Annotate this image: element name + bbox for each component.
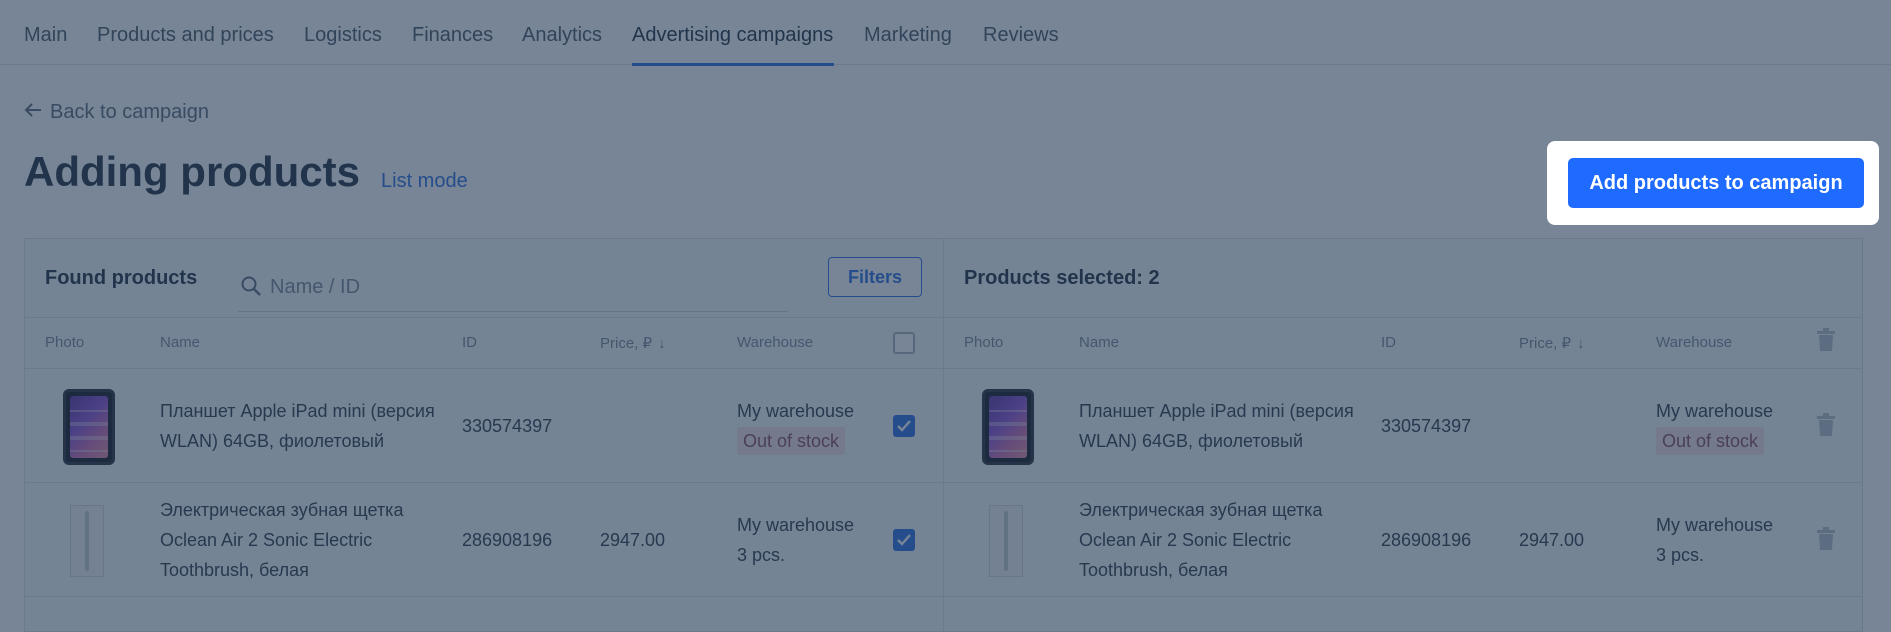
active-tab-indicator	[632, 63, 834, 66]
search-icon	[240, 275, 262, 297]
checkmark-icon	[897, 420, 911, 432]
column-price-sort[interactable]: Price, ₽ ↓	[1519, 334, 1585, 352]
toothbrush-image	[989, 505, 1023, 577]
found-products-panel: Found products Filters Photo Name ID Pri…	[24, 238, 944, 632]
tab-products-and-prices[interactable]: Products and prices	[97, 24, 274, 47]
column-price-label: Price, ₽	[1519, 335, 1572, 352]
warehouse-name: My warehouse	[737, 515, 855, 535]
select-all-checkbox[interactable]	[893, 332, 915, 354]
table-row: Электрическая зубная щетка Oclean Air 2 …	[25, 483, 943, 597]
product-id: 330574397	[462, 416, 553, 436]
tab-reviews[interactable]: Reviews	[983, 24, 1059, 47]
column-photo: Photo	[45, 334, 85, 351]
warehouse-info: My warehouse Out of stock	[1656, 396, 1773, 456]
out-of-stock-badge: Out of stock	[1656, 427, 1765, 455]
product-id: 286908196	[462, 530, 553, 550]
toothbrush-image	[70, 505, 104, 577]
warehouse-info: My warehouse 3 pcs.	[737, 510, 854, 570]
column-name: Name	[1079, 334, 1120, 351]
product-id: 286908196	[1381, 530, 1472, 550]
column-name: Name	[160, 334, 201, 351]
selected-table-header: Photo Name ID Price, ₽ ↓ Warehouse	[944, 317, 1862, 369]
arrow-down-icon: ↓	[1577, 335, 1585, 352]
warehouse-info: My warehouse Out of stock	[737, 396, 854, 456]
column-photo: Photo	[964, 334, 1004, 351]
warehouse-name: My warehouse	[737, 401, 855, 421]
cta-highlight: Add products to campaign	[1547, 141, 1879, 225]
column-warehouse: Warehouse	[737, 334, 814, 351]
warehouse-name: My warehouse	[1656, 515, 1774, 535]
product-price: 2947.00	[600, 530, 666, 550]
ipad-image	[982, 389, 1034, 465]
tab-main[interactable]: Main	[24, 24, 67, 47]
ipad-image	[63, 389, 115, 465]
selected-products-panel: Products selected: 2 Photo Name ID Price…	[943, 238, 1863, 632]
back-to-campaign-link[interactable]: Back to campaign	[24, 101, 209, 124]
warehouse-info: My warehouse 3 pcs.	[1656, 510, 1773, 570]
checkmark-icon	[897, 534, 911, 546]
list-mode-link[interactable]: List mode	[381, 170, 468, 193]
product-name: Электрическая зубная щетка Oclean Air 2 …	[1079, 500, 1323, 580]
tab-marketing[interactable]: Marketing	[864, 24, 952, 47]
tab-analytics[interactable]: Analytics	[522, 24, 602, 47]
found-table-header: Photo Name ID Price, ₽ ↓ Warehouse	[25, 317, 943, 369]
tab-advertising-campaigns[interactable]: Advertising campaigns	[632, 24, 833, 47]
found-products-title: Found products	[45, 267, 198, 289]
trash-icon[interactable]	[1816, 527, 1836, 551]
back-link-label: Back to campaign	[50, 101, 209, 123]
top-navigation: Main Products and prices Logistics Finan…	[0, 0, 1891, 66]
column-id: ID	[462, 334, 477, 351]
product-name: Планшет Apple iPad mini (версия WLAN) 64…	[1079, 401, 1354, 451]
column-id: ID	[1381, 334, 1396, 351]
filters-button[interactable]: Filters	[828, 257, 922, 297]
out-of-stock-badge: Out of stock	[737, 427, 846, 455]
product-name: Планшет Apple iPad mini (версия WLAN) 64…	[160, 401, 435, 451]
product-id: 330574397	[1381, 416, 1472, 436]
table-row: Электрическая зубная щетка Oclean Air 2 …	[944, 483, 1862, 597]
product-price: 2947.00	[1519, 530, 1585, 550]
selected-products-title: Products selected: 2	[964, 267, 1160, 289]
column-warehouse: Warehouse	[1656, 334, 1733, 351]
arrow-left-icon	[24, 101, 44, 124]
page-title: Adding products	[24, 148, 360, 195]
stock-count: 3 pcs.	[737, 545, 786, 565]
tab-finances[interactable]: Finances	[412, 24, 493, 47]
add-products-to-campaign-button[interactable]: Add products to campaign	[1568, 158, 1864, 208]
product-name: Электрическая зубная щетка Oclean Air 2 …	[160, 500, 404, 580]
tab-logistics[interactable]: Logistics	[304, 24, 382, 47]
stock-count: 3 pcs.	[1656, 545, 1705, 565]
warehouse-name: My warehouse	[1656, 401, 1774, 421]
column-price-label: Price, ₽	[600, 335, 653, 352]
search-field	[238, 265, 788, 312]
column-price-sort[interactable]: Price, ₽ ↓	[600, 334, 666, 352]
arrow-down-icon: ↓	[658, 335, 666, 352]
table-row: Планшет Apple iPad mini (версия WLAN) 64…	[944, 369, 1862, 483]
table-row: Планшет Apple iPad mini (версия WLAN) 64…	[25, 369, 943, 483]
row-checkbox[interactable]	[893, 529, 915, 551]
row-checkbox[interactable]	[893, 415, 915, 437]
trash-icon[interactable]	[1816, 413, 1836, 437]
search-input[interactable]	[268, 271, 772, 303]
page: Main Products and prices Logistics Finan…	[0, 0, 1891, 632]
trash-icon[interactable]	[1816, 328, 1836, 352]
